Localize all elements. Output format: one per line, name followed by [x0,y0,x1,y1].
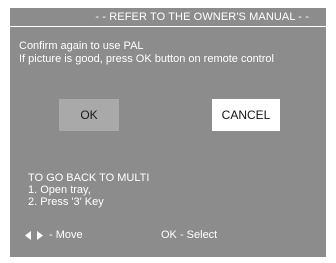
instructions-step-2: 2. Press '3' Key [28,196,104,208]
cancel-button[interactable]: CANCEL [212,99,280,131]
left-right-arrows-icon [25,230,43,240]
footer-select-hint: OK - Select [161,229,217,241]
header-title: - - REFER TO THE OWNER'S MANUAL - - [95,11,309,23]
footer-move-label: - Move [49,229,83,241]
confirm-message: Confirm again to use PAL If picture is g… [19,40,274,66]
message-line-2: If picture is good, press OK button on r… [19,53,274,65]
cancel-button-label: CANCEL [221,108,271,122]
osd-screen: - - REFER TO THE OWNER'S MANUAL - - Conf… [10,8,326,257]
instructions-title: TO GO BACK TO MULTI [28,172,150,184]
ok-button[interactable]: OK [59,99,119,131]
instructions-step-1: 1. Open tray, [28,184,91,196]
message-line-1: Confirm again to use PAL [19,40,144,52]
footer-move-hint: - Move [25,229,83,241]
instructions: TO GO BACK TO MULTI 1. Open tray, 2. Pre… [28,172,149,208]
header-bar: - - REFER TO THE OWNER'S MANUAL - - [10,8,326,27]
ok-button-label: OK [80,108,98,122]
footer-select-label: OK - Select [161,229,218,241]
